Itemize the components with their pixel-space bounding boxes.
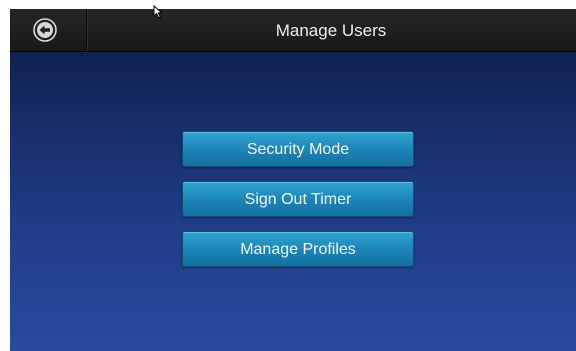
content-area: Security Mode Sign Out Timer Manage Prof… bbox=[10, 52, 576, 351]
app-screen: Manage Users Security Mode Sign Out Time… bbox=[10, 9, 576, 351]
header-bar: Manage Users bbox=[10, 9, 576, 52]
back-button[interactable] bbox=[10, 9, 87, 51]
mouse-pointer-icon bbox=[153, 5, 164, 19]
arrow-left-circle-icon bbox=[33, 18, 57, 42]
manage-profiles-button[interactable]: Manage Profiles bbox=[182, 231, 414, 267]
security-mode-button[interactable]: Security Mode bbox=[182, 131, 414, 167]
sign-out-timer-button[interactable]: Sign Out Timer bbox=[182, 181, 414, 217]
